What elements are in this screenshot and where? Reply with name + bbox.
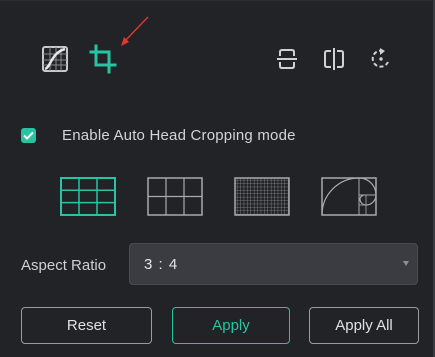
adjust-tool-button[interactable] xyxy=(40,44,70,74)
adjust-icon xyxy=(42,46,68,72)
caret-down-icon xyxy=(403,261,409,266)
grid-fine-icon xyxy=(234,177,290,216)
reset-button[interactable]: Reset xyxy=(21,307,152,344)
rotate-icon xyxy=(371,48,389,68)
annotation-arrow-icon xyxy=(121,16,149,46)
crop-icon xyxy=(89,44,117,74)
flip-horizontal-button[interactable] xyxy=(322,46,346,72)
aspect-ratio-select[interactable]: 3 : 4 xyxy=(129,243,418,285)
flip-vertical-icon xyxy=(277,49,297,69)
grid-fine-option[interactable] xyxy=(234,177,290,216)
apply-all-button[interactable]: Apply All xyxy=(309,307,419,344)
aspect-ratio-value: 3 : 4 xyxy=(144,255,179,273)
grid-2x3-icon xyxy=(147,177,203,216)
apply-button[interactable]: Apply xyxy=(172,307,290,344)
grid-3x3-icon xyxy=(60,177,116,216)
crop-panel: Enable Auto Head Cropping mode Aspect Ra… xyxy=(0,0,435,357)
golden-spiral-icon xyxy=(321,177,377,216)
flip-horizontal-icon xyxy=(324,48,344,70)
grid-3x3-option[interactable] xyxy=(60,177,116,216)
grid-golden-spiral-option[interactable] xyxy=(321,177,377,216)
crop-tool-button[interactable] xyxy=(88,43,118,75)
checkmark-icon xyxy=(23,131,34,140)
top-divider xyxy=(0,0,435,1)
grid-2x3-option[interactable] xyxy=(147,177,203,216)
auto-head-crop-row: Enable Auto Head Cropping mode xyxy=(21,125,296,145)
auto-head-crop-label: Enable Auto Head Cropping mode xyxy=(62,126,296,144)
flip-vertical-button[interactable] xyxy=(275,46,299,72)
aspect-ratio-label: Aspect Ratio xyxy=(21,257,107,274)
auto-head-crop-checkbox[interactable] xyxy=(21,127,36,143)
rotate-button[interactable] xyxy=(369,46,393,72)
